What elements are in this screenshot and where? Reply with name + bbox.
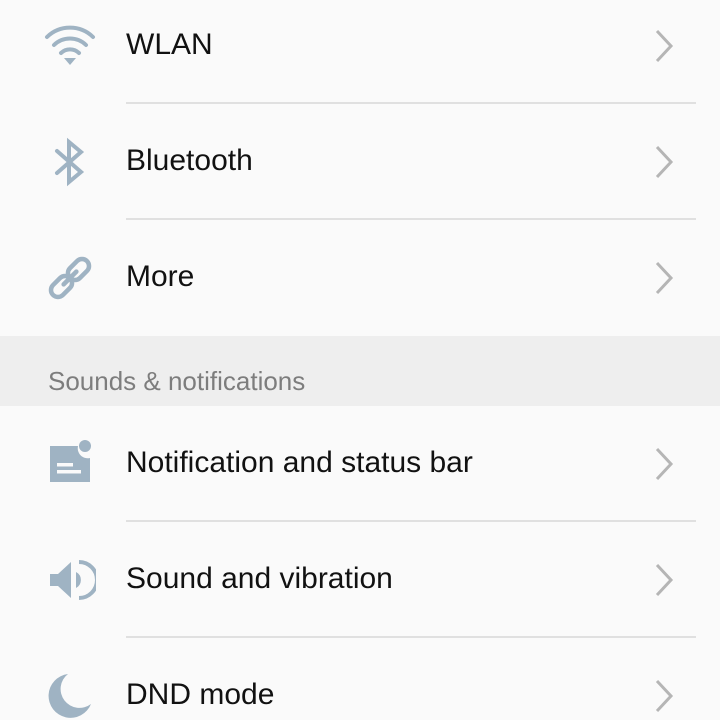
bluetooth-icon [44, 136, 96, 188]
settings-item-label: Bluetooth [126, 144, 253, 177]
settings-screen: WLAN Bluetooth More Sounds & notificatio… [0, 0, 720, 720]
settings-item-notification[interactable]: Notification and status bar [0, 406, 720, 522]
settings-item-more[interactable]: More [0, 220, 720, 336]
settings-item-label: Notification and status bar [126, 446, 473, 479]
settings-item-wlan[interactable]: WLAN [0, 0, 720, 104]
chevron-right-icon [648, 258, 678, 298]
chevron-right-icon [648, 142, 678, 182]
settings-item-dnd[interactable]: DND mode [0, 638, 720, 720]
chevron-right-icon [648, 560, 678, 600]
settings-item-sound[interactable]: Sound and vibration [0, 522, 720, 638]
settings-item-label: DND mode [126, 678, 275, 711]
wifi-icon [44, 20, 96, 72]
settings-item-label: More [126, 260, 195, 293]
speaker-icon [44, 554, 96, 606]
chevron-right-icon [648, 676, 678, 716]
link-icon [44, 252, 96, 304]
section-title: Sounds & notifications [48, 366, 306, 396]
settings-item-bluetooth[interactable]: Bluetooth [0, 104, 720, 220]
section-header-sounds: Sounds & notifications [0, 336, 720, 406]
moon-icon [44, 670, 96, 720]
chevron-right-icon [648, 26, 678, 66]
notification-icon [44, 438, 96, 490]
chevron-right-icon [648, 444, 678, 484]
settings-item-label: WLAN [126, 28, 213, 61]
settings-item-label: Sound and vibration [126, 562, 393, 595]
